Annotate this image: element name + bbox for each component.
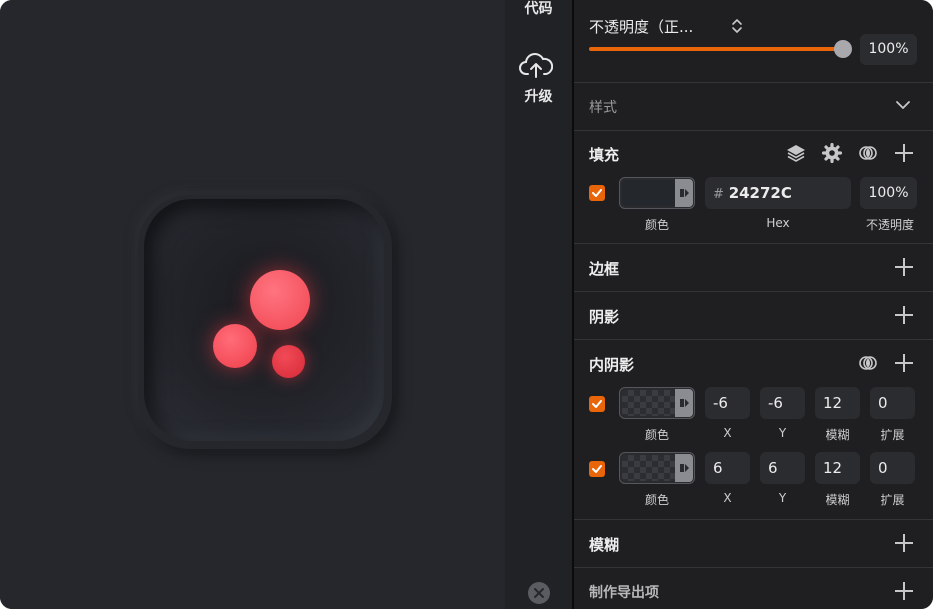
app-window: 代码 升级 不透明度（正... 100% 样式 填充 # 24272C 100%… — [0, 0, 933, 609]
color-caption: 颜色 — [644, 428, 669, 442]
spread-caption: 扩展 — [880, 428, 905, 442]
fill-section-title: 填充 — [589, 146, 620, 164]
blur-caption: 模糊 — [825, 493, 850, 507]
fill-checkbox[interactable] — [589, 185, 605, 201]
add-inner-shadow-icon[interactable] — [895, 354, 913, 372]
inner-shadow-section-title: 内阴影 — [589, 356, 635, 374]
y-caption: Y — [778, 491, 787, 505]
eyedropper-icon[interactable] — [675, 389, 693, 417]
opacity-caption: 不透明度 — [865, 218, 914, 232]
border-section-title: 边框 — [589, 260, 620, 278]
add-blur-icon[interactable] — [895, 534, 913, 552]
style-section-title[interactable]: 样式 — [589, 97, 617, 117]
gear-icon[interactable] — [822, 143, 842, 163]
x-caption: X — [723, 426, 732, 440]
divider — [574, 567, 933, 568]
eyedropper-icon[interactable] — [675, 454, 693, 482]
upgrade-label[interactable]: 升级 — [505, 86, 572, 106]
color-caption: 颜色 — [644, 493, 669, 507]
chevron-down-icon[interactable] — [895, 99, 911, 111]
opacity-slider-track[interactable] — [589, 47, 844, 51]
hex-field[interactable]: # 24272C — [705, 177, 851, 209]
divider — [574, 82, 933, 83]
chevron-updown-icon[interactable] — [731, 17, 743, 35]
hex-prefix: # — [713, 187, 724, 202]
red-dot-large — [250, 270, 310, 330]
blur-caption: 模糊 — [825, 428, 850, 442]
add-shadow-icon[interactable] — [895, 306, 913, 324]
x-caption: X — [723, 491, 732, 505]
hex-caption: Hex — [766, 216, 790, 230]
inner-shadow-2-color-swatch[interactable] — [619, 452, 695, 484]
color-caption: 颜色 — [644, 218, 669, 232]
plus-icon[interactable] — [895, 144, 913, 162]
layers-icon[interactable] — [786, 143, 806, 163]
add-border-icon[interactable] — [895, 258, 913, 276]
blur-section-title: 模糊 — [589, 536, 620, 554]
spread-caption: 扩展 — [880, 493, 905, 507]
opacity-value-field[interactable]: 100% — [860, 34, 917, 65]
close-circle-icon[interactable] — [528, 582, 550, 604]
inner-shadow-1-checkbox[interactable] — [589, 396, 605, 412]
divider — [574, 243, 933, 244]
opacity-slider-thumb[interactable] — [834, 40, 852, 58]
transparency-checker — [622, 455, 676, 481]
blend-icon[interactable] — [858, 143, 878, 163]
hex-value[interactable]: 24272C — [729, 184, 792, 202]
add-export-icon[interactable] — [895, 582, 913, 600]
eyedropper-icon[interactable] — [675, 179, 693, 207]
opacity-mode-select[interactable]: 不透明度（正... — [589, 16, 693, 37]
inner-shadow-2-checkbox[interactable] — [589, 461, 605, 477]
shadow-section-title: 阴影 — [589, 308, 620, 326]
transparency-checker — [622, 390, 676, 416]
color-preview — [622, 180, 676, 206]
divider — [574, 130, 933, 131]
red-dot-small — [272, 345, 305, 378]
cloud-upload-icon[interactable] — [519, 52, 553, 80]
divider — [574, 291, 933, 292]
inner-shadow-1-color-swatch[interactable] — [619, 387, 695, 419]
code-button[interactable]: 代码 — [505, 0, 572, 18]
red-dot-medium — [213, 324, 257, 368]
divider — [574, 519, 933, 520]
divider — [574, 339, 933, 340]
blend-icon[interactable] — [858, 353, 878, 373]
inner-shadow-1-blur-field[interactable]: 12 — [815, 387, 860, 419]
fill-opacity-field[interactable]: 100% — [860, 177, 917, 209]
inner-shadow-2-y-field[interactable]: 6 — [760, 452, 805, 484]
inner-shadow-2-spread-field[interactable]: 0 — [870, 452, 915, 484]
side-toolbar: 代码 升级 — [505, 0, 572, 609]
export-section-title: 制作导出项 — [589, 585, 659, 601]
inner-shadow-1-x-field[interactable]: -6 — [705, 387, 750, 419]
inner-shadow-2-x-field[interactable]: 6 — [705, 452, 750, 484]
y-caption: Y — [778, 426, 787, 440]
inner-shadow-2-blur-field[interactable]: 12 — [815, 452, 860, 484]
fill-color-swatch[interactable] — [619, 177, 695, 209]
properties-panel: 不透明度（正... 100% 样式 填充 # 24272C 100% 颜色 He… — [574, 0, 933, 609]
inner-shadow-1-y-field[interactable]: -6 — [760, 387, 805, 419]
inner-shadow-1-spread-field[interactable]: 0 — [870, 387, 915, 419]
